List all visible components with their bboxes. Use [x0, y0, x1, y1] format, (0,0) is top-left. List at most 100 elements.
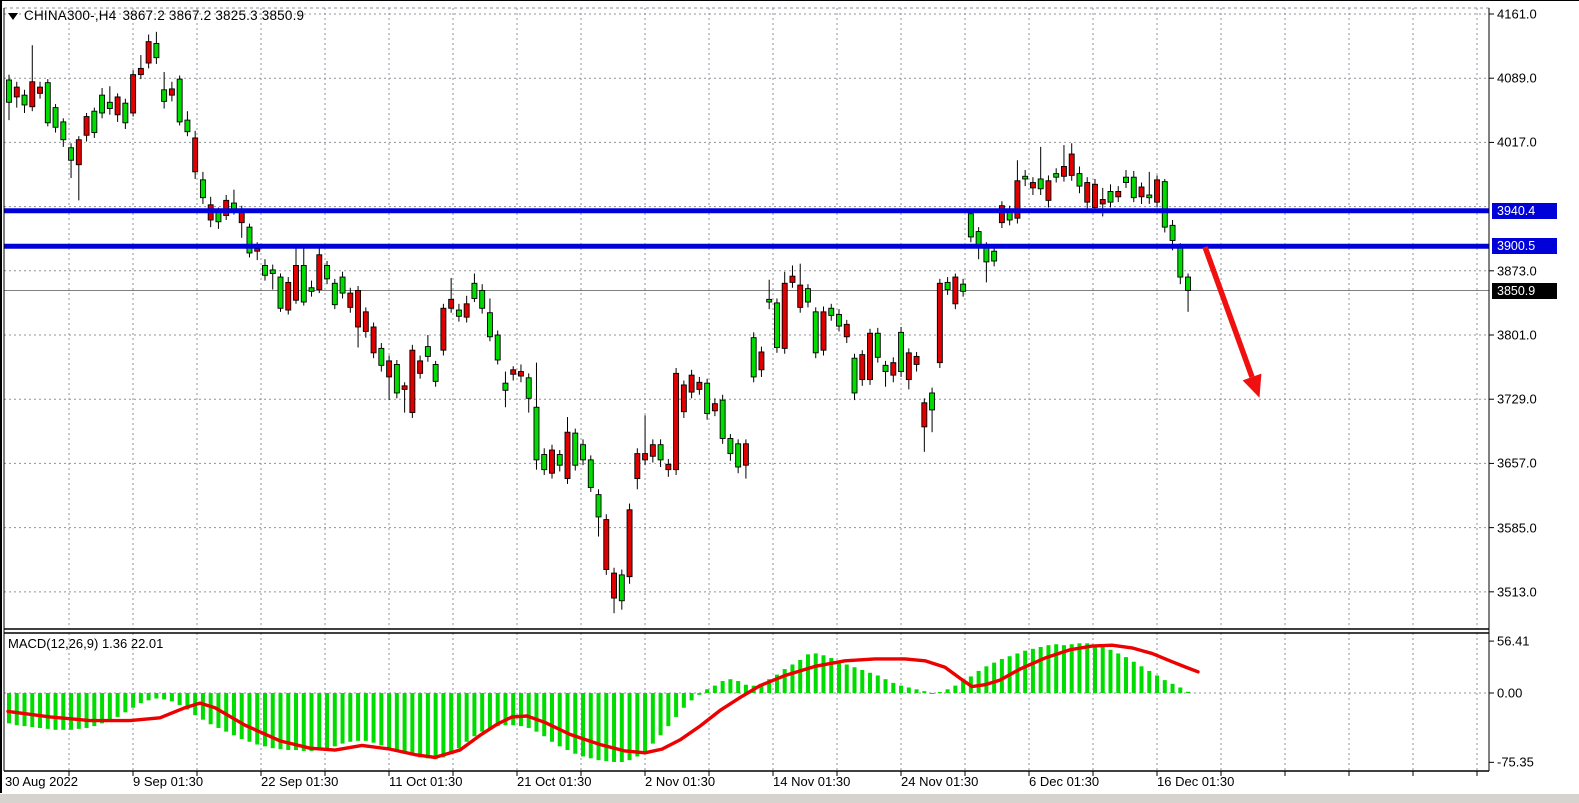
macd-histogram-bar: [356, 693, 360, 741]
macd-histogram-bar: [527, 693, 531, 728]
candle-body: [961, 284, 966, 291]
macd-histogram-bar: [907, 687, 911, 693]
macd-histogram-bar: [597, 693, 601, 760]
candle-body: [472, 283, 477, 298]
macd-histogram-bar: [977, 671, 981, 693]
macd-histogram-bar: [1178, 687, 1182, 693]
candle-body: [511, 370, 516, 374]
macd-histogram-bar: [364, 693, 368, 741]
candle-body: [425, 347, 430, 357]
candle-body: [294, 265, 299, 300]
candle-body: [906, 353, 911, 380]
macd-histogram-bar: [23, 693, 27, 726]
triangle-down-icon[interactable]: [8, 13, 18, 20]
macd-histogram-bar: [263, 693, 267, 746]
macd-histogram-bar: [387, 693, 391, 748]
candle-body: [379, 348, 384, 365]
candle-body: [674, 373, 679, 469]
price-axis-label: 3873.0: [1497, 263, 1537, 278]
macd-histogram-bar: [465, 693, 469, 742]
candle-body: [247, 227, 252, 253]
candle-body: [542, 454, 547, 469]
macd-histogram-bar: [697, 693, 701, 695]
candle-body: [984, 247, 989, 262]
candle-body: [185, 120, 190, 132]
date-label: 14 Nov 01:30: [773, 774, 850, 789]
candle-body: [1155, 180, 1160, 202]
candle-body: [790, 276, 795, 282]
candle-body: [123, 103, 128, 123]
macd-histogram-bar: [1116, 653, 1120, 693]
macd-histogram-bar: [108, 693, 112, 721]
candle-body: [255, 249, 260, 252]
candle-body: [100, 95, 105, 113]
candle-body: [270, 270, 275, 274]
macd-histogram-bar: [69, 693, 73, 730]
macd-histogram-bar: [154, 693, 158, 699]
chart-title-row: CHINA300-,H4 3867.2 3867.2 3825.3 3850.9: [8, 8, 304, 23]
macd-histogram-bar: [449, 693, 453, 754]
macd-histogram-bar: [682, 693, 686, 708]
mt4-chart-window: CHINA300-,H4 3867.2 3867.2 3825.3 3850.9…: [0, 0, 1579, 803]
macd-histogram-bar: [348, 693, 352, 742]
price-chart[interactable]: [0, 0, 1579, 803]
candle-body: [689, 375, 694, 392]
candle-body: [643, 454, 648, 460]
macd-histogram-bar: [806, 654, 810, 693]
macd-histogram-bar: [666, 693, 670, 726]
candle-body: [418, 361, 423, 373]
macd-histogram-bar: [77, 693, 81, 729]
candle-body: [836, 315, 841, 327]
candle-body: [1030, 183, 1035, 188]
level-price-badge: 3940.4: [1492, 203, 1557, 219]
price-axis-label: 4017.0: [1497, 135, 1537, 150]
macd-histogram-bar: [519, 693, 523, 726]
macd-axis-label: 56.41: [1497, 634, 1530, 649]
candle-body: [309, 288, 314, 292]
macd-histogram-bar: [790, 664, 794, 693]
macd-histogram-bar: [333, 693, 337, 746]
candle-body: [759, 352, 764, 370]
window-bottom-edge: [0, 794, 1579, 803]
macd-histogram-bar: [573, 693, 577, 754]
candle-body: [751, 338, 756, 377]
macd-histogram-bar: [139, 693, 143, 703]
macd-histogram-bar: [480, 693, 484, 732]
candle-body: [604, 520, 609, 570]
macd-histogram-bar: [721, 681, 725, 693]
candle-body: [1170, 225, 1175, 240]
candle-body: [891, 363, 896, 375]
macd-histogram-bar: [884, 679, 888, 693]
candle-body: [852, 358, 857, 393]
candle-body: [456, 310, 461, 316]
candle-body: [805, 289, 810, 302]
candle-body: [743, 444, 748, 465]
candle-body: [332, 283, 337, 304]
macd-histogram-bar: [1085, 643, 1089, 693]
candle-body: [410, 350, 415, 412]
macd-histogram-bar: [247, 693, 251, 742]
candle-body: [1077, 174, 1082, 186]
price-axis-label: 4161.0: [1497, 7, 1537, 22]
macd-histogram-bar: [1140, 666, 1144, 693]
candle-body: [53, 108, 58, 128]
macd-histogram-bar: [1155, 676, 1159, 693]
candle-body: [76, 140, 81, 165]
macd-histogram-bar: [1000, 659, 1004, 693]
macd-histogram-bar: [651, 693, 655, 744]
macd-histogram-bar: [302, 693, 306, 751]
macd-histogram-bar: [581, 693, 585, 756]
macd-histogram-bar: [379, 693, 383, 745]
macd-histogram-bar: [1108, 650, 1112, 693]
candle-body: [200, 180, 205, 198]
macd-histogram-bar: [472, 693, 476, 736]
candle-body: [278, 277, 283, 308]
macd-histogram-bar: [814, 653, 818, 693]
macd-histogram-bar: [147, 693, 151, 700]
candle-body: [107, 102, 112, 108]
macd-histogram-bar: [837, 661, 841, 693]
date-label: 2 Nov 01:30: [645, 774, 715, 789]
candle-body: [1100, 199, 1105, 203]
candle-body: [154, 43, 159, 57]
macd-histogram-bar: [853, 667, 857, 693]
